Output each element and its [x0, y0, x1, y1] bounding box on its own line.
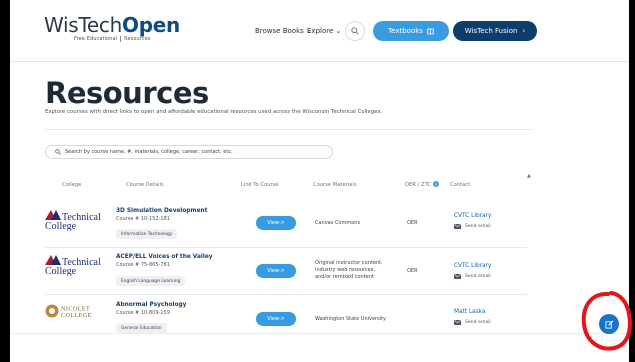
send-email-link[interactable]: Send email — [454, 274, 491, 279]
course-number: Course # 75-865-761 — [116, 262, 170, 268]
career-tag[interactable]: General Education — [116, 323, 167, 333]
search-icon — [351, 27, 359, 35]
logo-brand-bold: Open — [122, 13, 180, 37]
course-materials: Washington State University — [315, 316, 387, 322]
scroll-up-arrow[interactable]: ▲ — [527, 173, 531, 179]
chevron-right-icon: › — [522, 27, 526, 35]
logo-tagline-right: Resources — [120, 36, 151, 42]
course-search-input[interactable]: Search by course name, #, materials, col… — [45, 145, 333, 159]
view-course-button[interactable]: View > — [256, 216, 296, 230]
cvtc-logo-icon: Technical College — [45, 255, 101, 277]
logo-tagline-left: Free Educational — [74, 36, 118, 42]
email-icon — [454, 320, 461, 325]
column-header-materials[interactable]: Course Materials — [313, 182, 357, 188]
oer-status: OER — [407, 268, 418, 274]
column-header-oer[interactable]: OER / ZTC — [405, 181, 439, 188]
header-search-button[interactable] — [345, 21, 365, 41]
nav-explore[interactable]: Explore ⌄ — [307, 27, 341, 35]
send-email-link[interactable]: Send email — [454, 320, 491, 325]
college-logo-nicolet: NICOLET COLLEGE — [45, 303, 101, 323]
course-title[interactable]: ACEP/ELL Voices of the Valley — [116, 254, 213, 260]
red-circle-annotation — [581, 291, 632, 351]
course-number: Course # 10-152-181 — [116, 216, 170, 222]
logo-line2: COLLEGE — [61, 313, 92, 319]
table-row: Technical College ACEP/ELL Voices of the… — [45, 248, 527, 295]
textbooks-button[interactable]: Textbooks — [373, 21, 449, 41]
contact-link[interactable]: CVTC Library — [454, 213, 491, 219]
info-icon[interactable] — [432, 181, 439, 187]
browser-viewport: WisTechOpen Free Educational Resources Br… — [10, 0, 629, 362]
email-icon — [454, 224, 461, 229]
site-logo[interactable]: WisTechOpen Free Educational Resources — [44, 15, 180, 42]
email-icon — [454, 274, 461, 279]
logo-line2: College — [45, 221, 77, 231]
college-logo-cvtc: Technical College — [45, 254, 101, 280]
column-header-contact[interactable]: Contact — [450, 182, 470, 188]
logo-line1: NICOLET — [61, 307, 90, 313]
search-icon — [55, 149, 61, 155]
column-header-link[interactable]: Link To Course — [241, 182, 279, 188]
contact-link[interactable]: Matt Laska — [454, 309, 486, 315]
column-header-course-details[interactable]: Course Details — [126, 182, 164, 188]
logo-line2: College — [45, 266, 77, 276]
nicolet-logo-icon: NICOLET COLLEGE — [45, 304, 92, 319]
page-title: Resources — [45, 76, 209, 110]
send-email-link[interactable]: Send email — [454, 224, 491, 229]
contact-link[interactable]: CVTC Library — [454, 263, 491, 269]
site-header: WisTechOpen Free Educational Resources Br… — [10, 0, 629, 62]
book-icon — [427, 28, 434, 34]
logo-brand: WisTech — [44, 13, 123, 37]
college-logo-cvtc: Technical College — [45, 209, 101, 235]
cvtc-logo-icon: Technical College — [45, 210, 101, 232]
nav-browse-books[interactable]: Browse Books ⌄ — [255, 27, 312, 35]
column-header-college[interactable]: College — [62, 182, 81, 188]
course-title[interactable]: Abnormal Psychology — [116, 302, 186, 308]
chevron-down-icon: ⌄ — [335, 27, 342, 35]
divider — [45, 129, 533, 130]
wistech-fusion-button[interactable]: WisTech Fusion › — [453, 21, 537, 41]
oer-status: OER — [407, 220, 418, 226]
page-subtitle: Explore courses with direct links to ope… — [45, 109, 383, 115]
table-row: Technical College 3D Simulation Developm… — [45, 200, 527, 248]
bottom-bar — [10, 333, 629, 362]
career-tag[interactable]: Information Technology — [116, 229, 178, 239]
course-title[interactable]: 3D Simulation Development — [116, 208, 207, 214]
search-placeholder: Search by course name, #, materials, col… — [65, 149, 233, 155]
table-row: NICOLET COLLEGE Abnormal Psychology Cour… — [45, 295, 527, 335]
view-course-button[interactable]: View > — [256, 264, 296, 278]
course-materials: Original instructor content, Industry we… — [315, 260, 383, 280]
course-materials: Canvas Commons — [315, 220, 361, 226]
view-course-button[interactable]: View > — [256, 312, 296, 326]
career-tag[interactable]: English Language Learning — [116, 276, 186, 286]
course-number: Course # 10-809-159 — [116, 310, 170, 316]
